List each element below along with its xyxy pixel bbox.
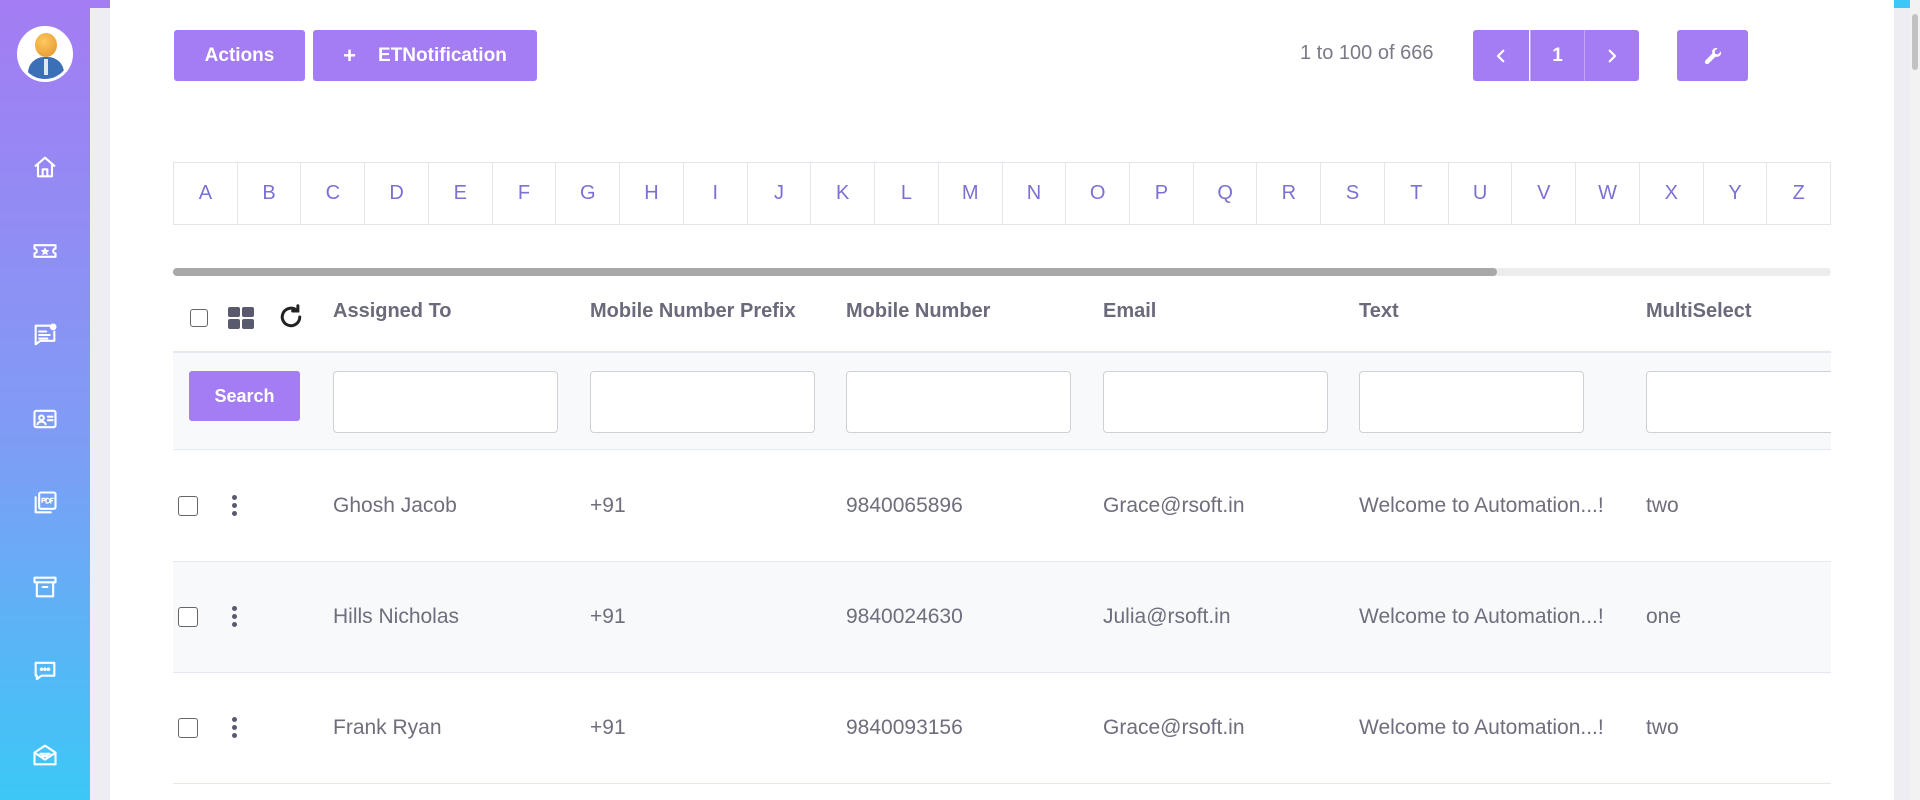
alphabet-letter[interactable]: L (875, 163, 939, 224)
alphabet-letter[interactable]: A (174, 163, 238, 224)
multiselect-cell: one (1646, 605, 1682, 628)
ticket-icon[interactable] (27, 233, 63, 269)
current-page-button[interactable]: 1 (1530, 30, 1585, 81)
assigned-to-cell: Ghosh Jacob (333, 494, 457, 517)
alphabet-letter[interactable]: J (748, 163, 812, 224)
alphabet-letter[interactable]: Q (1194, 163, 1258, 224)
chevron-right-icon (1608, 49, 1617, 62)
table-row[interactable]: Hills Nicholas +91 9840024630 Julia@rsoft.i… (173, 562, 1831, 673)
alphabet-letter[interactable]: O (1066, 163, 1131, 224)
row-checkbox[interactable] (178, 496, 198, 516)
text-cell: Welcome to Automation...! (1359, 605, 1604, 628)
alphabet-letter[interactable]: D (365, 163, 429, 224)
email-filter-input[interactable] (1103, 371, 1328, 433)
row-menu-icon[interactable] (232, 495, 238, 517)
settings-wrench-button[interactable] (1677, 30, 1748, 81)
filter-row: Search (173, 353, 1831, 450)
alphabet-letter[interactable]: R (1257, 163, 1322, 224)
multiselect-filter-input[interactable] (1646, 371, 1831, 433)
wrench-icon (1704, 47, 1721, 64)
email-cell: Julia@rsoft.in (1103, 605, 1231, 628)
mobile-number-cell: 9840065896 (846, 494, 963, 517)
text-filter-input[interactable] (1359, 371, 1584, 433)
table-header: Assigned To Mobile Number Prefix Mobile … (173, 280, 1831, 353)
chevron-left-icon (1496, 49, 1505, 62)
assigned-to-filter-input[interactable] (333, 371, 558, 433)
multiselect-cell: two (1646, 716, 1679, 739)
plus-icon: + (343, 42, 357, 68)
alphabet-letter[interactable]: C (301, 163, 366, 224)
prefix-cell: +91 (590, 605, 626, 628)
search-button[interactable]: Search (189, 371, 300, 421)
sidebar (0, 0, 90, 800)
column-header-assigned-to[interactable]: Assigned To (333, 300, 452, 323)
mobile-number-cell: 9840093156 (846, 716, 963, 739)
alphabet-letter[interactable]: U (1449, 163, 1513, 224)
right-gutter (1894, 0, 1910, 800)
prefix-cell: +91 (590, 494, 626, 517)
alphabet-letter[interactable]: V (1512, 163, 1577, 224)
next-page-button[interactable] (1585, 30, 1639, 81)
alphabet-letter[interactable]: M (939, 163, 1003, 224)
row-menu-icon[interactable] (232, 717, 238, 739)
alphabet-letter[interactable]: B (238, 163, 302, 224)
alphabet-letter[interactable]: P (1130, 163, 1194, 224)
refresh-icon[interactable] (276, 302, 306, 332)
chat-icon[interactable] (27, 653, 63, 689)
assigned-to-cell: Frank Ryan (333, 716, 442, 739)
notes-icon[interactable] (27, 317, 63, 353)
contact-card-icon[interactable] (27, 401, 63, 437)
table-row[interactable]: Ghosh Jacob +91 9840065896 Grace@rsoft.in We… (173, 451, 1831, 562)
alphabet-letter[interactable]: E (429, 163, 493, 224)
select-all-checkbox[interactable] (190, 309, 208, 327)
column-header-multiselect[interactable]: MultiSelect (1646, 300, 1752, 323)
alphabet-letter[interactable]: S (1321, 163, 1385, 224)
table-row[interactable]: Frank Ryan +91 9840093156 Grace@rsoft.in Wel… (173, 673, 1831, 784)
alphabet-letter[interactable]: H (620, 163, 684, 224)
prev-page-button[interactable] (1473, 30, 1529, 81)
row-checkbox[interactable] (178, 607, 198, 627)
text-cell: Welcome to Automation...! (1359, 716, 1604, 739)
column-header-email[interactable]: Email (1103, 300, 1156, 323)
alphabet-letter[interactable]: N (1003, 163, 1067, 224)
mail-open-icon[interactable] (27, 737, 63, 773)
column-header-mobile-number-prefix[interactable]: Mobile Number Prefix (590, 300, 796, 323)
mobile-number-filter-input[interactable] (846, 371, 1071, 433)
alphabet-filter: ABCDEFGHIJKLMNOPQRSTUVWXYZ (173, 162, 1831, 225)
column-header-mobile-number[interactable]: Mobile Number (846, 300, 990, 323)
table-horizontal-scrollbar[interactable] (173, 268, 1831, 276)
column-chooser-icon[interactable] (228, 307, 254, 331)
row-menu-icon[interactable] (232, 606, 238, 628)
column-header-text[interactable]: Text (1359, 300, 1399, 323)
alphabet-letter[interactable]: Y (1704, 163, 1768, 224)
etnotification-button[interactable]: + ETNotification (313, 30, 537, 81)
actions-button[interactable]: Actions (174, 30, 305, 81)
left-gutter (90, 0, 110, 800)
data-table: Assigned To Mobile Number Prefix Mobile … (173, 280, 1831, 800)
alphabet-letter[interactable]: I (684, 163, 748, 224)
assigned-to-cell: Hills Nicholas (333, 605, 460, 628)
home-icon[interactable] (27, 149, 63, 185)
multiselect-cell: two (1646, 494, 1679, 517)
alphabet-letter[interactable]: Z (1767, 163, 1830, 224)
pdf-icon[interactable] (27, 485, 63, 521)
row-checkbox[interactable] (178, 718, 198, 738)
alphabet-letter[interactable]: G (556, 163, 621, 224)
email-cell: Grace@rsoft.in (1103, 716, 1245, 739)
alphabet-letter[interactable]: F (493, 163, 557, 224)
pagination-range: 1 to 100 of 666 (1300, 42, 1434, 64)
mobile-prefix-filter-input[interactable] (590, 371, 815, 433)
alphabet-letter[interactable]: X (1640, 163, 1704, 224)
page-scrollbar[interactable] (1910, 0, 1920, 800)
alphabet-letter[interactable]: W (1576, 163, 1640, 224)
prefix-cell: +91 (590, 716, 626, 739)
mobile-number-cell: 9840024630 (846, 605, 963, 628)
email-cell: Grace@rsoft.in (1103, 494, 1245, 517)
avatar[interactable] (17, 26, 73, 82)
text-cell: Welcome to Automation...! (1359, 494, 1604, 517)
alphabet-letter[interactable]: T (1385, 163, 1449, 224)
archive-icon[interactable] (27, 569, 63, 605)
etnotification-label: ETNotification (378, 44, 507, 66)
alphabet-letter[interactable]: K (811, 163, 876, 224)
